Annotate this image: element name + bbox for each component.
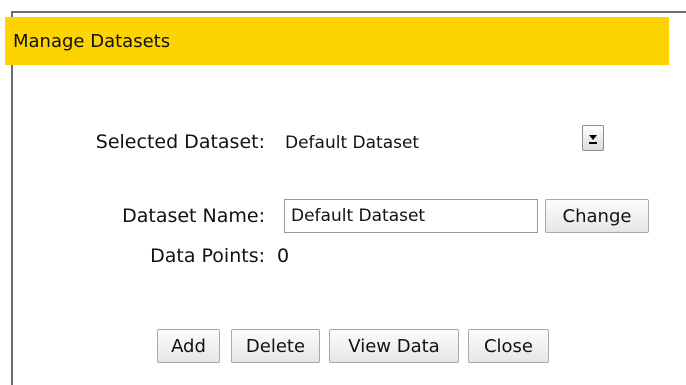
data-points-value: 0 — [277, 245, 290, 267]
delete-button[interactable]: Delete — [231, 329, 320, 363]
dataset-name-label: Dataset Name: — [122, 205, 265, 227]
selected-dataset-select[interactable]: Default Dataset — [283, 122, 609, 160]
arrow-underline — [589, 142, 597, 144]
dataset-name-input[interactable] — [284, 199, 538, 233]
add-button[interactable]: Add — [157, 329, 220, 363]
change-button[interactable]: Change — [545, 199, 649, 233]
selected-dataset-value: Default Dataset — [285, 133, 420, 153]
data-points-label: Data Points: — [150, 245, 265, 267]
dialog-title: Manage Datasets — [13, 31, 171, 52]
triangle-down-icon — [589, 135, 597, 140]
selected-dataset-label: Selected Dataset: — [95, 131, 265, 153]
view-data-button[interactable]: View Data — [329, 329, 459, 363]
dialog-title-bar: Manage Datasets — [5, 17, 669, 65]
dropdown-arrow-icon[interactable] — [582, 125, 604, 151]
close-button[interactable]: Close — [468, 329, 549, 363]
